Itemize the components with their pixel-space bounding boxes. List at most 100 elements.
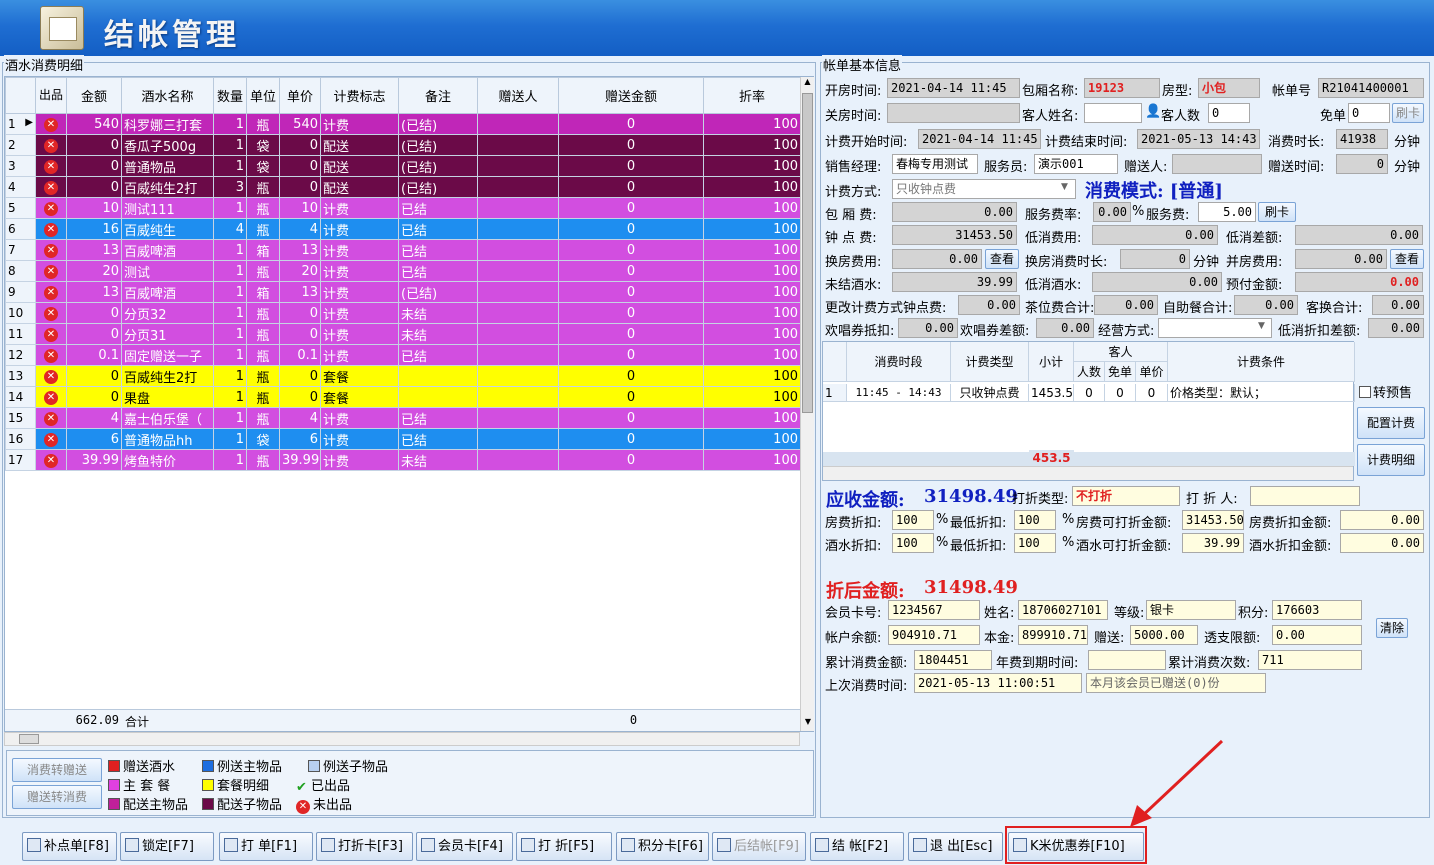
action-button-checkout[interactable]: 结 帐[F2] — [810, 832, 904, 861]
overdraft-field[interactable]: 0.00 — [1272, 625, 1362, 645]
min-disc-field[interactable]: 0.00 — [1368, 318, 1424, 338]
table-row[interactable]: 16 ✕ 6 普通物品hh 1 袋 6 计费 已结 0 100 — [5, 428, 801, 450]
row-number[interactable]: 10 — [5, 302, 36, 324]
served-status-cell[interactable]: ✕ — [35, 302, 67, 324]
served-status-cell[interactable]: ✕ — [35, 428, 67, 450]
table-row[interactable]: 11 ✕ 0 分页31 1 瓶 0 计费 未结 0 100 — [5, 323, 801, 345]
gift-to-consume-button[interactable]: 赠送转消费 — [12, 785, 102, 809]
table-row[interactable]: 14 ✕ 0 果盘 1 瓶 0 套餐 0 100 — [5, 386, 801, 408]
min-drink-disc-field[interactable]: 100 — [1014, 533, 1056, 553]
drink-disc-field[interactable]: 100 — [892, 533, 934, 553]
drink-grid[interactable]: 出品 金额 酒水名称 数量 单位 单价 计费标志 备注 赠送人 赠送金额 折率 1 ▶ ✕ 540 科罗娜三… — [5, 77, 801, 471]
level-field[interactable]: 银卡 — [1146, 600, 1236, 620]
min-room-disc-field[interactable]: 100 — [1014, 510, 1056, 530]
bill-end-field[interactable]: 2021-05-13 14:43 — [1137, 129, 1260, 149]
to-presale-checkbox[interactable]: 转预售 — [1359, 382, 1412, 401]
table-row[interactable]: 9 ✕ 13 百威啤酒 1 箱 13 计费 (已结) 0 100 — [5, 281, 801, 303]
scroll-down-arrow-icon[interactable]: ▼ — [801, 717, 815, 731]
scroll-up-arrow-icon[interactable]: ▲ — [801, 77, 814, 91]
room-disc-amt-field[interactable]: 31453.50 — [1182, 510, 1244, 530]
action-button-printer[interactable]: 打 单[F1] — [219, 832, 313, 861]
swap-field[interactable]: 0.00 — [1372, 295, 1424, 315]
last-visit-field[interactable]: 2021-05-13 11:00:51 — [914, 673, 1082, 693]
open-time-field[interactable]: 2021-04-14 11:45 — [887, 78, 1020, 98]
swipe-card-button[interactable]: 刷卡 — [1392, 103, 1424, 123]
guest-name-field[interactable] — [1084, 103, 1142, 123]
col-header[interactable]: 酒水名称 — [121, 77, 214, 114]
bill-no-field[interactable]: R21041400001 — [1318, 78, 1424, 98]
clear-button[interactable]: 清除 — [1376, 618, 1408, 638]
coupon-field[interactable]: 0.00 — [898, 318, 958, 338]
col-header[interactable]: 数量 — [213, 77, 247, 114]
action-button-lock[interactable]: 锁定[F7] — [120, 832, 214, 861]
col-header[interactable]: 计费标志 — [320, 77, 399, 114]
table-row[interactable]: 4 ✕ 0 百威纯生2打 3 瓶 0 配送 (已结) 0 100 — [5, 176, 801, 198]
prepaid-field[interactable]: 0.00 — [1295, 272, 1423, 292]
table-row[interactable]: 5 ✕ 10 测试111 1 瓶 10 计费 已结 0 100 — [5, 197, 801, 219]
room-disc-val-field[interactable]: 0.00 — [1340, 510, 1424, 530]
row-number[interactable]: 13 — [5, 365, 36, 387]
row-number[interactable]: 15 — [5, 407, 36, 429]
annual-field[interactable] — [1088, 650, 1166, 670]
bill-start-field[interactable]: 2021-04-14 11:45 — [918, 129, 1041, 149]
guest-count-field[interactable]: 0 — [1208, 103, 1250, 123]
served-status-cell[interactable]: ✕ — [35, 449, 67, 471]
served-status-cell[interactable]: ✕ — [35, 176, 67, 198]
config-billing-button[interactable]: 配置计费 — [1357, 407, 1425, 439]
card-no-field[interactable]: 1234567 — [888, 600, 980, 620]
table-row[interactable]: 10 ✕ 0 分页32 1 瓶 0 计费 未结 0 100 — [5, 302, 801, 324]
manager-field[interactable]: 春梅专用测试 — [892, 154, 978, 174]
drink-disc-amt-field[interactable]: 39.99 — [1182, 533, 1244, 553]
service-rate-field[interactable]: 0.00 — [1093, 202, 1131, 222]
biz-mode-select[interactable] — [1158, 318, 1272, 338]
drink-table-hscroll[interactable] — [4, 732, 800, 746]
action-button-member[interactable]: 会员卡[F4] — [416, 832, 513, 861]
col-header[interactable]: 折率 — [703, 77, 801, 114]
merge-fee-view-button[interactable]: 查看 — [1390, 249, 1424, 269]
total-spent-field[interactable]: 1804451 — [914, 650, 992, 670]
served-status-cell[interactable]: ✕ — [35, 386, 67, 408]
waiter-field[interactable]: 演示001 — [1034, 154, 1118, 174]
disc-person-field[interactable] — [1250, 486, 1360, 506]
row-number[interactable]: 6 — [5, 218, 36, 240]
row-number[interactable]: 1 ▶ — [5, 113, 36, 135]
row-number[interactable]: 14 — [5, 386, 36, 408]
served-status-cell[interactable]: ✕ — [35, 218, 67, 240]
col-header[interactable]: 出品 — [35, 77, 67, 114]
row-number[interactable]: 3 — [5, 155, 36, 177]
served-status-cell[interactable]: ✕ — [35, 365, 67, 387]
row-number[interactable]: 16 — [5, 428, 36, 450]
row-number[interactable]: 8 — [5, 260, 36, 282]
hour-fee-field[interactable]: 31453.50 — [892, 225, 1017, 245]
room-disc-field[interactable]: 100 — [892, 510, 934, 530]
consume-to-gift-button[interactable]: 消费转赠送 — [12, 758, 102, 782]
table-row[interactable]: 6 ✕ 16 百威纯生 4 瓶 4 计费 已结 0 100 — [5, 218, 801, 240]
col-header[interactable]: 赠送金额 — [558, 77, 704, 114]
coupon-diff-field[interactable]: 0.00 — [1036, 318, 1094, 338]
action-button-points[interactable]: 积分卡[F6] — [616, 832, 709, 861]
col-header[interactable]: 金额 — [66, 77, 122, 114]
col-header[interactable]: 单位 — [246, 77, 280, 114]
checkbox-box[interactable] — [1359, 386, 1371, 398]
hscroll-thumb[interactable] — [19, 734, 39, 744]
duration-field[interactable]: 41938 — [1336, 129, 1388, 149]
month-gift-note[interactable]: 本月该会员已赠送(0)份 — [1086, 673, 1266, 693]
served-status-cell[interactable]: ✕ — [35, 344, 67, 366]
visits-field[interactable]: 711 — [1258, 650, 1362, 670]
free-order-field[interactable]: 0 — [1348, 103, 1390, 123]
scroll-thumb[interactable] — [802, 93, 813, 413]
biz-mode-dropdown-arrow-icon[interactable]: ▼ — [1258, 321, 1265, 331]
served-status-cell[interactable]: ✕ — [35, 260, 67, 282]
giver-field[interactable] — [1172, 154, 1262, 174]
table-row[interactable]: 15 ✕ 4 嘉士伯乐堡（ 1 瓶 4 计费 已结 0 100 — [5, 407, 801, 429]
service-fee-field[interactable]: 5.00 — [1198, 202, 1256, 222]
row-number[interactable]: 11 — [5, 323, 36, 345]
min-fee-field[interactable]: 0.00 — [1092, 225, 1218, 245]
table-row[interactable]: 13 ✕ 0 百威纯生2打 1 瓶 0 套餐 0 100 — [5, 365, 801, 387]
tea-field[interactable]: 0.00 — [1094, 295, 1158, 315]
table-row[interactable]: 12 ✕ 0.1 固定赠送一子 1 瓶 0.1 计费 已结 0 100 — [5, 344, 801, 366]
served-status-cell[interactable]: ✕ — [35, 134, 67, 156]
table-row[interactable]: 7 ✕ 13 百威啤酒 1 箱 13 计费 已结 0 100 — [5, 239, 801, 261]
service-fee-swipe-button[interactable]: 刷卡 — [1258, 202, 1296, 222]
drink-disc-val-field[interactable]: 0.00 — [1340, 533, 1424, 553]
